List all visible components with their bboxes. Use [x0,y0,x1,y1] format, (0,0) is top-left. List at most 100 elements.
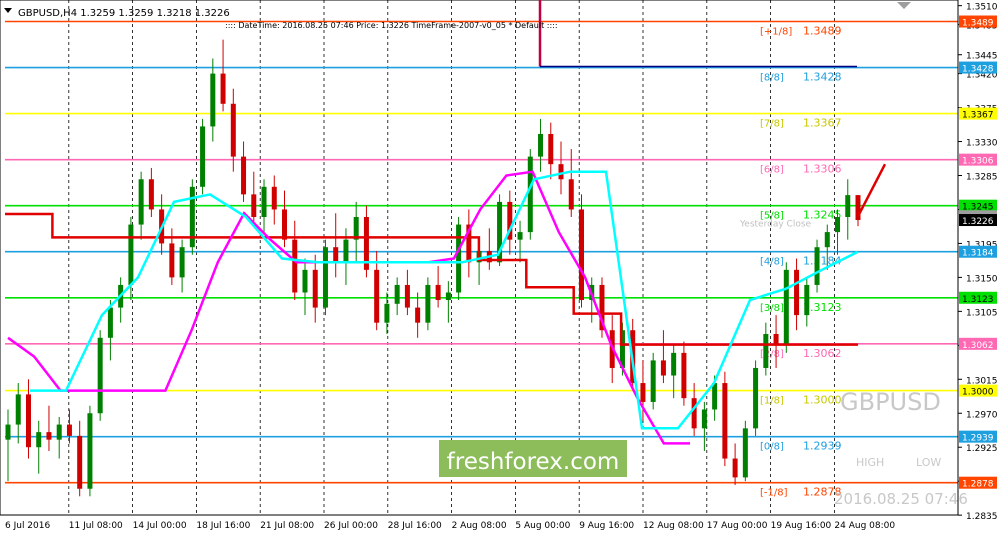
price-tick-label: 1.3105 [966,308,998,318]
murrey-value: 1.3367 [803,117,842,130]
murrey-label: [4/8] [760,257,784,268]
candle-body [814,247,820,285]
candle-body [374,269,380,323]
freshforex-logo: freshforex.com [439,440,627,477]
murrey-label: [3/8] [760,303,784,314]
x-tick-label: 6 Jul 2016 [5,521,50,531]
candle-body [660,360,666,376]
candle-body [671,352,677,376]
price-tick-label: 1.3330 [966,139,998,149]
x-tick-label: 11 Jul 08:00 [69,521,123,531]
candle-body [722,383,728,459]
level-price-tag-text: 1.3184 [962,249,994,259]
candle-body [783,269,789,346]
candle-body [527,156,533,233]
murrey-value: 1.3306 [803,163,842,176]
candle-body [169,243,175,278]
candle-body [261,186,267,218]
price-tick-label: 1.2925 [966,444,998,454]
candle-body [148,179,154,210]
murrey-value: 1.3428 [803,71,842,84]
candle-body [220,73,226,104]
x-tick-label: 24 Aug 08:00 [834,521,895,531]
murrey-label: [-1/8] [760,488,788,499]
price-tick-label: 1.3285 [966,172,998,182]
watermark-low-label: LOW [916,456,941,469]
candle-body [25,394,31,448]
watermark-symbol: GBPUSD [840,388,941,416]
candle-body [322,247,328,308]
x-tick-label: 19 Aug 16:00 [771,521,832,531]
x-tick-label: 2 Aug 08:00 [452,521,507,531]
candle-body [845,195,851,218]
candle-body [835,217,841,233]
candle-body [517,232,523,240]
candle-body [753,367,759,429]
candle-body [5,424,11,440]
murrey-label: [6/8] [760,165,784,176]
price-tick-label: 1.3445 [966,52,998,62]
murrey-value: 1.3184 [803,255,842,268]
candle-body [97,337,103,414]
candle-body [200,126,206,187]
x-tick-label: 14 Jul 00:00 [133,521,187,531]
x-tick-label: 9 Aug 16:00 [579,521,634,531]
murrey-value: 1.3489 [803,25,842,38]
candle-body [456,224,462,293]
x-tick-label: 17 Aug 00:00 [707,521,768,531]
candle-body [107,307,113,338]
murrey-value: 1.3062 [803,347,842,360]
murrey-label: [8/8] [760,73,784,84]
candle-body [650,360,656,402]
candle-body [394,284,400,304]
candle-body [763,333,769,368]
candle-body [343,239,349,263]
current-price-tag-text: 1.3226 [962,217,994,227]
candle-body [824,232,830,248]
x-tick-label: 5 Aug 00:00 [515,521,570,531]
chart-window: [+1/8] 1.3489 [8/8] 1.3428 [7/8] 1.3367 [6/8] 1… [0,0,1001,539]
candle-body [179,247,185,278]
candle-body [578,209,584,301]
candle-body [804,284,810,316]
candle-body [312,269,318,308]
murrey-value: 1.3000 [803,394,842,407]
candle-body [271,186,277,210]
candle-body [56,424,62,440]
candle-body [732,458,738,478]
level-price-tag-text: 1.3367 [962,111,994,121]
candle-body [66,424,72,436]
candle-body [425,284,431,323]
candle-body [445,292,451,301]
candle-body [681,352,687,399]
price-axis: 1.35101.34851.34451.34201.33751.33301.32… [957,0,998,522]
x-tick-label: 28 Jul 16:00 [388,521,442,531]
candle-body [384,303,390,323]
level-price-tag-text: 1.3000 [962,388,994,398]
candle-body [251,194,257,218]
logo-text: freshforex.com [447,449,620,475]
candle-body [210,73,216,127]
candle-body [712,383,718,410]
yesterday-close-label: Yesterday Close [739,219,812,229]
x-tick-label: 21 Jul 08:00 [260,521,314,531]
candle-body [241,156,247,195]
level-price-tag-text: 1.2878 [962,480,994,490]
price-tick-label: 1.2835 [966,512,998,522]
candle-body [87,413,93,489]
time-axis: 6 Jul 2016 11 Jul 08:00 14 Jul 00:00 18 Jul… [5,521,895,531]
candle-body [742,428,748,478]
price-tick-label: 1.3510 [966,3,998,13]
murrey-label: [1/8] [760,396,784,407]
candle-body [415,307,421,323]
level-price-tag-text: 1.3306 [962,157,994,167]
candle-body [128,224,134,285]
candle-body [138,179,144,225]
watermark-timestamp: 2016.08.25 07:46 [834,490,968,508]
murrey-label: [7/8] [760,119,784,130]
watermark-high-label: HIGH [856,456,884,469]
candle-body [15,394,21,425]
candle-body [691,398,697,429]
candle-body [77,435,83,489]
symbol-header: GBPUSD,H4 1.3259 1.3259 1.3218 1.3226 [18,8,230,19]
